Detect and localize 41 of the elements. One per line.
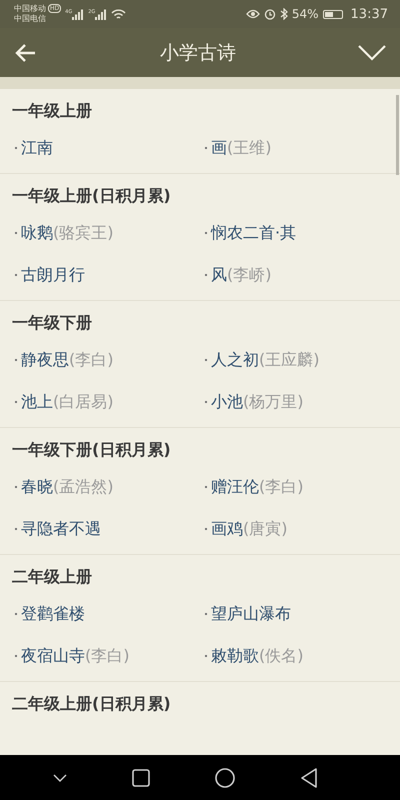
- poem-link[interactable]: 悯农二首·其: [202, 212, 388, 254]
- poem-link[interactable]: 人之初(王应麟): [202, 339, 388, 381]
- poem-link[interactable]: 风(李峤): [202, 254, 388, 296]
- section-heading: 一年级下册: [12, 313, 93, 333]
- section-heading: 一年级下册(日积月累): [12, 440, 172, 460]
- bluetooth-icon: [280, 8, 288, 20]
- poem-link[interactable]: 登鹳雀楼: [12, 593, 202, 635]
- poem-link[interactable]: 春晓(孟浩然): [12, 466, 202, 508]
- chevron-down-icon[interactable]: [52, 774, 66, 782]
- square-icon[interactable]: [132, 768, 150, 786]
- poem-link[interactable]: 赠汪伦(李白): [202, 466, 388, 508]
- carrier-name: 中国电信: [14, 14, 46, 24]
- poem-link[interactable]: 画鸡(唐寅): [202, 508, 388, 550]
- poem-link[interactable]: 江南: [12, 127, 202, 169]
- alarm-icon: [264, 8, 276, 20]
- section-heading: 一年级上册(日积月累): [12, 186, 172, 206]
- section-heading: 一年级上册: [12, 101, 93, 121]
- poem-link[interactable]: 寻隐者不遇: [12, 508, 202, 550]
- poem-link[interactable]: 池上(白居易): [12, 381, 202, 423]
- clock-time: 13:37: [350, 6, 388, 22]
- home-icon[interactable]: [214, 768, 234, 788]
- carrier-name: 中国移动: [14, 4, 46, 14]
- poem-link[interactable]: 静夜思(李白): [12, 339, 202, 381]
- poem-link[interactable]: 古朗月行: [12, 254, 202, 296]
- poem-link[interactable]: 望庐山瀑布: [202, 593, 388, 635]
- poem-link[interactable]: 夜宿山寺(李白): [12, 635, 202, 677]
- poem-link[interactable]: 咏鹅(骆宾王): [12, 212, 202, 254]
- signal-icon: [72, 8, 84, 20]
- battery-percentage: 54%: [292, 7, 319, 21]
- scrollbar[interactable]: [396, 95, 399, 175]
- signal-icon: [95, 8, 108, 20]
- back-icon[interactable]: [300, 768, 318, 788]
- section-heading: 二年级上册(日积月累): [12, 694, 172, 714]
- section-heading: 二年级上册: [12, 567, 93, 587]
- battery-icon: [322, 10, 343, 18]
- eye-icon: [246, 9, 260, 19]
- poem-link[interactable]: 敕勒歌(佚名): [202, 635, 388, 677]
- wifi-icon: [111, 8, 126, 20]
- poem-link[interactable]: 画(王维): [202, 127, 388, 169]
- app-title: 小学古诗: [160, 40, 236, 66]
- poem-link[interactable]: 小池(杨万里): [202, 381, 388, 423]
